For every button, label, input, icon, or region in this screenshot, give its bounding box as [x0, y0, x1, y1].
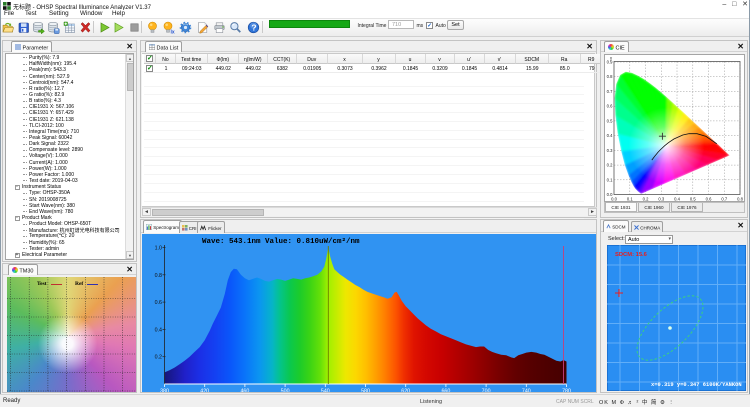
svg-text:380: 380 — [160, 389, 169, 393]
svg-text:0.0: 0.0 — [607, 192, 613, 197]
svg-text:540: 540 — [321, 389, 330, 393]
svg-text:0.4: 0.4 — [674, 197, 680, 202]
svg-text:SDCM: 15.6: SDCM: 15.6 — [615, 252, 648, 258]
svg-text:0.5: 0.5 — [690, 197, 696, 202]
svg-text:0.4: 0.4 — [607, 133, 613, 138]
svg-text:1.0: 1.0 — [155, 246, 162, 252]
svg-text:660: 660 — [441, 389, 450, 393]
svg-text:lx: lx — [171, 29, 175, 34]
svg-text:0.5: 0.5 — [607, 118, 613, 123]
svg-text:500: 500 — [281, 389, 290, 393]
svg-text:0.8: 0.8 — [607, 74, 613, 79]
svg-text:x=0.319 y=0.347 6100K/YANKON: x=0.319 y=0.347 6100K/YANKON — [651, 382, 742, 388]
svg-text:0.6: 0.6 — [607, 104, 613, 109]
svg-text:620: 620 — [401, 389, 410, 393]
svg-text:700: 700 — [482, 389, 491, 393]
svg-text:0.1: 0.1 — [607, 177, 613, 182]
svg-text:0.2: 0.2 — [643, 197, 649, 202]
svg-text:0.6: 0.6 — [155, 300, 162, 306]
svg-text:0.8: 0.8 — [155, 273, 162, 279]
svg-text:420: 420 — [200, 389, 209, 393]
svg-text:0.1: 0.1 — [627, 197, 633, 202]
svg-text:0.2: 0.2 — [607, 163, 613, 168]
svg-text:460: 460 — [240, 389, 249, 393]
svg-text:0.0: 0.0 — [611, 197, 617, 202]
svg-text:0.7: 0.7 — [721, 197, 727, 202]
svg-text:0.7: 0.7 — [607, 89, 613, 94]
svg-text:780: 780 — [562, 389, 571, 393]
svg-text:740: 740 — [522, 389, 531, 393]
svg-text:0.3: 0.3 — [607, 148, 613, 153]
svg-text:0.4: 0.4 — [155, 327, 162, 333]
svg-text:580: 580 — [361, 389, 370, 393]
svg-text:y: y — [610, 56, 613, 61]
svg-text:0.8: 0.8 — [737, 197, 743, 202]
svg-text:Wave: 543.1nm Value: 0.810uW/c: Wave: 543.1nm Value: 0.810uW/cm²/nm — [202, 237, 360, 246]
svg-text:?: ? — [251, 22, 256, 32]
svg-text:0.6: 0.6 — [706, 197, 712, 202]
svg-text:0.2: 0.2 — [155, 355, 162, 361]
svg-text:0.3: 0.3 — [658, 197, 664, 202]
